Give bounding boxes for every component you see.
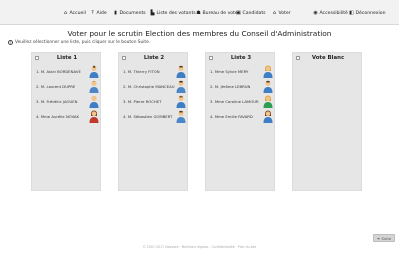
woman-avatar-icon xyxy=(263,95,273,108)
list-3-candidate-4: 4. Mme Emilie FAVARD xyxy=(210,110,274,124)
list-1-candidate-3: 3. M. Frédéric JAOUEN xyxy=(36,95,100,109)
candidate-name: 2. M. Laurent DUPRE xyxy=(36,84,76,89)
candidate-name: 1. Mme Sylvie MERY xyxy=(210,69,249,74)
nav-aide[interactable]: ? Aide xyxy=(90,10,107,17)
man-avatar-icon xyxy=(176,65,186,78)
suite-button-label: Suite xyxy=(381,235,392,241)
nav-accessibilite[interactable]: ◉ Accessibilité xyxy=(313,10,348,17)
list-2-candidate-1: 1. M. Thierry FITON xyxy=(123,65,187,79)
nav-candidats-label: Candidats xyxy=(242,11,266,16)
candidate-name: 3. M. Pierre ROCHET xyxy=(123,99,162,104)
top-nav-bar: ⌂ Accueil ? Aide ▮ Documents ▙ Liste des vot… xyxy=(0,0,399,25)
footer-text: © 2007-2017 Neovote · Mentions légales ·… xyxy=(142,245,257,249)
list-column-2[interactable]: Liste 2 1. M. Thierry FITON 2. M. Christ… xyxy=(118,52,188,191)
info-icon: ? xyxy=(8,40,13,45)
list-3-candidate-3: 3. Mme Caroline LAMOUR xyxy=(210,95,274,109)
help-icon: ? xyxy=(91,10,94,16)
list-1-candidate-1: 1. M. Alain BORDENAVE xyxy=(36,65,100,79)
candidate-name: 3. M. Frédéric JAOUEN xyxy=(36,99,78,104)
candidate-name: 4. Mme Emilie FAVARD xyxy=(210,114,253,119)
man-avatar-icon xyxy=(176,110,186,123)
list-1-candidate-4: 4. Mme Aurélie NOVAK xyxy=(36,110,100,124)
man-avatar-icon xyxy=(89,96,99,108)
nav-voter[interactable]: ⌂ Voter xyxy=(272,10,291,17)
nav-aide-label: Aide xyxy=(96,11,107,16)
document-icon: ▮ xyxy=(114,10,117,16)
list-2-candidate-2: 2. M. Christophe MANCEAU xyxy=(123,80,187,94)
nav-accueil-label: Accueil xyxy=(69,11,86,16)
suite-button[interactable]: ➜ Suite xyxy=(373,234,395,242)
list-3-title: Liste 3 xyxy=(230,55,252,61)
list-1-title: Liste 1 xyxy=(56,55,78,61)
list-2-candidate-3: 3. M. Pierre ROCHET xyxy=(123,95,187,109)
users-icon: ☗ xyxy=(196,10,201,16)
arrow-right-icon: ➜ xyxy=(376,235,380,241)
candidate-name: 2. M. Christophe MANCEAU xyxy=(123,84,175,89)
logout-icon: ◧ xyxy=(349,10,354,16)
woman-avatar-icon xyxy=(89,110,99,123)
nav-voter-label: Voter xyxy=(278,11,291,16)
nav-documents[interactable]: ▮ Documents xyxy=(113,10,146,17)
list-2-title: Liste 2 xyxy=(143,55,165,61)
list-icon: ▙ xyxy=(150,10,155,16)
man-avatar-icon xyxy=(89,81,99,93)
list-column-1[interactable]: Liste 1 1. M. Alain BORDENAVE 2. M. Laur… xyxy=(31,52,101,191)
instruction-text: Veuillez sélectionner une liste, puis cl… xyxy=(15,40,151,45)
home-icon: ⌂ xyxy=(63,10,68,16)
candidate-name: 4. M. Sébastien GOMBERT xyxy=(123,114,173,119)
nav-accueil[interactable]: ⌂ Accueil xyxy=(63,10,86,17)
man-avatar-icon xyxy=(89,65,99,78)
woman-avatar-icon xyxy=(263,110,273,123)
page-title: Voter pour le scrutin Election des membr… xyxy=(67,29,332,38)
candidate-name: 4. Mme Aurélie NOVAK xyxy=(36,114,80,119)
eye-icon: ◉ xyxy=(313,10,318,16)
list-1-candidate-2: 2. M. Laurent DUPRE xyxy=(36,80,100,94)
nav-bureau-vote-label: Bureau de vote xyxy=(202,11,238,16)
list-3-candidate-1: 1. Mme Sylvie MERY xyxy=(210,65,274,79)
nav-liste-votants[interactable]: ▙ Liste des votants xyxy=(150,10,196,17)
list-column-3[interactable]: Liste 3 1. Mme Sylvie MERY 2. M. Jérôme … xyxy=(205,52,275,191)
nav-liste-votants-label: Liste des votants xyxy=(156,11,196,16)
vote-blanc-title: Vote Blanc xyxy=(311,55,345,61)
man-avatar-icon xyxy=(176,95,186,108)
nav-candidats[interactable]: ▣ Candidats xyxy=(236,10,266,17)
man-avatar-icon xyxy=(176,80,186,93)
nav-accessibilite-label: Accessibilité xyxy=(319,11,348,16)
nav-bureau-vote[interactable]: ☗ Bureau de vote xyxy=(196,10,238,17)
candidate-name: 3. Mme Caroline LAMOUR xyxy=(210,99,259,104)
list-column-vote-blanc[interactable]: Vote Blanc xyxy=(292,52,362,191)
candidate-name: 1. M. Thierry FITON xyxy=(123,69,160,74)
candidate-name: 2. M. Jérôme LEBRUN xyxy=(210,84,251,89)
list-3-candidate-2: 2. M. Jérôme LEBRUN xyxy=(210,80,274,94)
candidate-name: 1. M. Alain BORDENAVE xyxy=(36,69,81,74)
woman-avatar-icon xyxy=(263,65,273,78)
list-2-candidate-4: 4. M. Sébastien GOMBERT xyxy=(123,110,187,124)
instruction-text-row: ? Veuillez sélectionner une liste, puis … xyxy=(8,40,150,45)
ballot-icon: ⌂ xyxy=(272,10,277,16)
nav-deconnexion[interactable]: ◧ Déconnexion xyxy=(349,10,386,17)
nav-documents-label: Documents xyxy=(119,11,146,16)
candidates-icon: ▣ xyxy=(236,10,241,16)
man-avatar-icon xyxy=(263,80,273,93)
nav-deconnexion-label: Déconnexion xyxy=(355,11,386,16)
